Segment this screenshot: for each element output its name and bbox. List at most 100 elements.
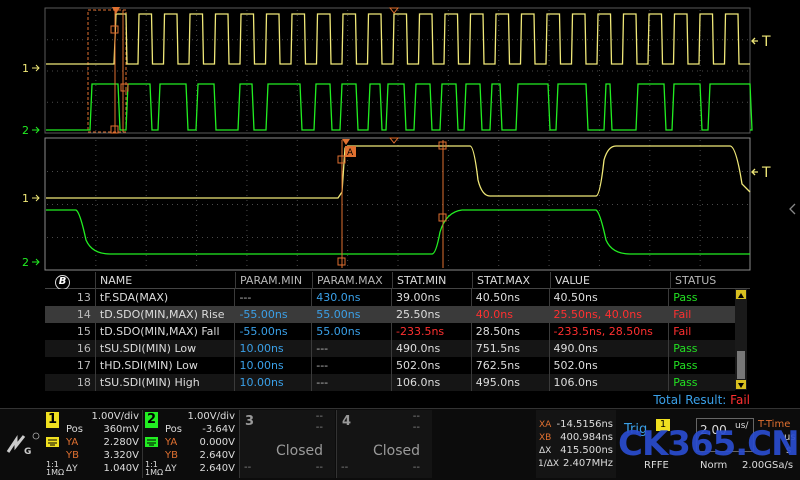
col-header-status[interactable]: STATUS [671, 272, 737, 289]
grid-dot [177, 237, 178, 238]
grid-dot [232, 237, 233, 238]
table-row[interactable]: 18 tSU.SDI(MIN) High 10.00ns --- 106.0ns 495.… [45, 374, 735, 391]
grid-dot [162, 204, 163, 205]
grid-dot [296, 45, 298, 46]
row-param-max: --- [312, 374, 392, 391]
grid-dot [397, 240, 399, 241]
grid-dot [337, 39, 338, 41]
grid-dot [252, 39, 253, 41]
grid-dot [237, 237, 238, 238]
grid-dot [702, 171, 703, 172]
grid-dot [77, 171, 78, 172]
grid-dot [327, 171, 328, 172]
side-menu-expand-icon[interactable] [789, 203, 796, 215]
grid-dot [145, 130, 147, 131]
scroll-down-icon[interactable] [736, 380, 746, 389]
col-header-name[interactable]: NAME [96, 272, 236, 289]
table-scrollbar[interactable] [735, 289, 747, 390]
grid-dot [548, 25, 550, 26]
grid-dot [497, 39, 498, 41]
grid-dot [246, 15, 248, 16]
ch4-panel[interactable]: 4 -- -- Closed -- -- [336, 410, 432, 478]
col-header-value[interactable]: VALUE [551, 272, 671, 289]
grid-dot [137, 101, 138, 103]
grid-dot [145, 15, 147, 16]
table-icon-cell[interactable]: B [45, 272, 96, 289]
grid-dot [548, 215, 550, 216]
ch2-panel[interactable]: 2 1.00V/div Pos -3.64V YA 0.000V YB 2.64… [142, 410, 238, 478]
grid-dot [597, 171, 598, 172]
grid-dot [397, 204, 398, 205]
grid-dot [387, 237, 388, 238]
ch3-panel[interactable]: 3 -- -- Closed -- -- [239, 410, 335, 478]
grid-dot [292, 39, 293, 41]
ch1-number[interactable]: 1 [46, 412, 59, 428]
col-header-param-max[interactable]: PARAM.MAX [313, 272, 393, 289]
col-header-stat-max[interactable]: STAT.MAX [473, 272, 551, 289]
ch4-number[interactable]: 4 [340, 414, 353, 430]
grid-dot [95, 145, 97, 146]
grid-dot [699, 230, 701, 231]
grid-dot [237, 70, 238, 72]
grid-dot [447, 237, 448, 238]
grid-dot [699, 195, 701, 196]
grid-dot [107, 204, 108, 205]
grid-dot [598, 15, 600, 16]
grid-dot [246, 10, 248, 11]
scroll-thumb[interactable] [737, 351, 745, 379]
grid-dot [627, 39, 628, 41]
ch3-number[interactable]: 3 [243, 414, 256, 430]
grid-dot [277, 171, 278, 172]
col-header-stat-min[interactable]: STAT.MIN [393, 272, 473, 289]
ch1-ground-marker-main[interactable]: 1 [22, 62, 29, 75]
table-row[interactable]: 14 tD.SDO(MIN,MAX) Rise -55.00ns 55.00ns 25.… [45, 306, 735, 323]
table-row[interactable]: 17 tHD.SDI(MIN) Low 10.00ns --- 502.0ns 762.5… [45, 357, 735, 374]
grid-dot [352, 70, 353, 72]
grid-dot [296, 65, 298, 66]
grid-dot [548, 160, 550, 161]
row-param-max: 55.00ns [312, 306, 392, 323]
col-header-param-min[interactable]: PARAM.MIN [236, 272, 313, 289]
bus-b-icon[interactable]: B [55, 275, 70, 289]
grid-dot [347, 240, 349, 241]
grid-dot [532, 204, 533, 205]
grid-dot [498, 60, 500, 61]
grid-dot [667, 39, 668, 41]
grid-dot [502, 204, 503, 205]
grid-dot [692, 39, 693, 41]
ch1-panel[interactable]: 1 1.00V/div Pos 360mV YA 2.280V YB 3.320… [44, 410, 142, 478]
table-row[interactable]: 15 tD.SDO(MIN,MAX) Fall -55.00ns 55.00ns -23… [45, 323, 735, 340]
grid-dot [152, 171, 153, 172]
grid-dot [682, 237, 683, 238]
grid-dot [145, 225, 147, 226]
grid-dot [296, 180, 298, 181]
grid-dot [222, 39, 223, 41]
grid-dot [95, 95, 97, 96]
table-row[interactable]: 16 tSU.SDI(MIN) Low 10.00ns --- 490.0ns 751.5… [45, 340, 735, 357]
trigger-level-arrow-main[interactable] [751, 37, 758, 45]
grid-dot [722, 39, 723, 41]
grid-dot [217, 101, 218, 103]
grid-dot [72, 70, 73, 72]
grid-dot [607, 237, 608, 238]
grid-dot [362, 101, 363, 103]
grid-dot [47, 237, 48, 238]
grid-dot [196, 230, 198, 231]
table-row[interactable]: 13 tF.SDA(MAX) --- 430.0ns 39.00ns 40.50ns 40.… [45, 289, 735, 306]
cursor-readout-panel[interactable]: XA -14.5156ns XB 400.984ns ΔX 415.500ns … [536, 410, 616, 478]
grid-dot [95, 65, 97, 66]
grid-dot [202, 204, 203, 205]
grid-dot [95, 175, 97, 176]
trigger-level-arrow-zoom [751, 168, 758, 176]
grid-dot [95, 215, 97, 216]
grid-dot [537, 70, 538, 72]
grid-dot [397, 225, 399, 226]
grid-dot [692, 171, 693, 172]
grid-dot [277, 101, 278, 103]
grid-dot [192, 70, 193, 72]
ch2-number[interactable]: 2 [145, 412, 158, 428]
ch2-ground-marker-main[interactable]: 2 [22, 124, 29, 137]
grid-dot [172, 204, 173, 205]
scroll-up-icon[interactable] [736, 290, 746, 299]
grid-dot [197, 39, 198, 41]
